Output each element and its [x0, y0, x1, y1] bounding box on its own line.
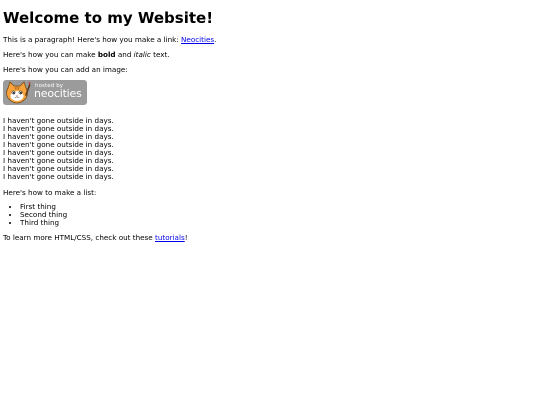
- outro-paragraph: To learn more HTML/CSS, check out these …: [3, 233, 533, 242]
- repeated-lines: I haven't gone outside in days. I haven'…: [3, 117, 533, 181]
- formatting-suffix: text.: [150, 50, 170, 59]
- badge-brand-text: neocities: [34, 87, 82, 100]
- list-item: First thing: [20, 203, 533, 211]
- formatting-middle: and: [115, 50, 134, 59]
- page-title: Welcome to my Website!: [3, 9, 214, 27]
- list-item: Second thing: [20, 211, 533, 219]
- outro-suffix: !: [184, 233, 188, 242]
- example-list: First thing Second thing Third thing: [3, 203, 533, 227]
- bold-text: bold: [97, 50, 116, 59]
- image-intro-paragraph: Here's how you can add an image:: [3, 65, 128, 74]
- list-intro-paragraph: Here's how to make a list:: [3, 188, 97, 197]
- intro-suffix: .: [214, 35, 217, 44]
- neocities-link[interactable]: Neocities: [181, 35, 214, 44]
- tutorials-link[interactable]: tutorials: [155, 233, 185, 242]
- formatting-prefix: Here's how you can make: [3, 50, 98, 59]
- hosted-by-neocities-badge: hosted by neocities: [3, 80, 87, 105]
- italic-text: italic: [133, 50, 151, 59]
- intro-text: This is a paragraph! Here's how you make…: [3, 35, 182, 44]
- list-item: Third thing: [20, 219, 533, 227]
- formatting-paragraph: Here's how you can make bold and italic …: [3, 50, 533, 59]
- text-line: I haven't gone outside in days.: [3, 172, 114, 181]
- page-content: Welcome to my Website! This is a paragra…: [3, 0, 533, 248]
- neocities-cat-icon: [6, 81, 31, 104]
- intro-paragraph: This is a paragraph! Here's how you make…: [3, 35, 533, 44]
- outro-prefix: To learn more HTML/CSS, check out these: [3, 233, 156, 242]
